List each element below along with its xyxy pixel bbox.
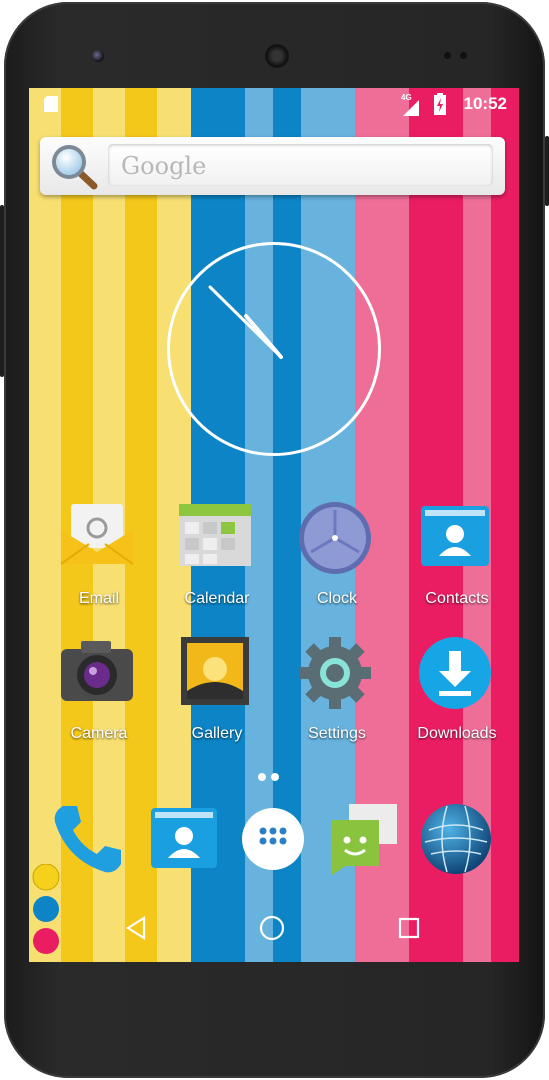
- status-bar: 4G 10:52: [29, 88, 519, 120]
- app-label-gallery: Gallery: [191, 725, 243, 742]
- camera-icon: [61, 641, 133, 701]
- status-time: 10:52: [463, 94, 507, 113]
- app-label-camera: Camera: [70, 725, 128, 742]
- app-label-email: Email: [78, 590, 119, 607]
- settings-icon: [299, 637, 371, 709]
- google-search-widget[interactable]: Google: [40, 137, 505, 195]
- recents-icon[interactable]: [398, 917, 420, 939]
- home-icon[interactable]: [259, 915, 285, 941]
- light-sensor: [460, 52, 467, 59]
- app-downloads[interactable]: Downloads: [393, 635, 503, 765]
- app-calendar[interactable]: Calendar: [153, 500, 263, 630]
- app-settings[interactable]: Settings: [273, 635, 383, 765]
- contacts-icon[interactable]: [145, 800, 223, 878]
- proximity-sensor: [444, 52, 451, 59]
- browser-globe-icon[interactable]: [417, 800, 495, 878]
- search-placeholder: Google: [121, 152, 207, 180]
- home-screen: 4G 10:52 Google Email Calendar Clock Con…: [29, 88, 519, 962]
- contacts-icon: [421, 506, 489, 566]
- app-drawer-icon[interactable]: [234, 800, 312, 878]
- app-label-downloads: Downloads: [417, 725, 497, 742]
- app-camera[interactable]: Camera: [35, 635, 145, 765]
- app-gallery[interactable]: Gallery: [153, 635, 263, 765]
- earpiece-speaker: [265, 44, 289, 68]
- app-contacts[interactable]: Contacts: [393, 500, 503, 630]
- email-icon: [60, 504, 134, 565]
- clock-icon: [299, 502, 371, 574]
- app-label-contacts: Contacts: [425, 590, 489, 607]
- page-indicator: [258, 768, 284, 786]
- signal-icon: [403, 100, 419, 116]
- magnifier-icon: [52, 145, 98, 190]
- downloads-icon: [419, 637, 491, 709]
- page-dot: [271, 773, 279, 781]
- volume-button: [0, 205, 4, 377]
- clock-hands: [208, 285, 283, 359]
- analog-clock-widget[interactable]: [167, 242, 381, 456]
- app-label-clock: Clock: [316, 590, 357, 607]
- sd-card-icon: [44, 96, 58, 112]
- navigation-bar: [29, 890, 519, 962]
- app-clock[interactable]: Clock: [273, 500, 383, 630]
- page-dot: [258, 773, 266, 781]
- app-label-calendar: Calendar: [184, 590, 250, 607]
- power-button: [545, 136, 549, 206]
- battery-icon: [434, 93, 446, 115]
- app-label-settings: Settings: [308, 725, 366, 742]
- search-input[interactable]: Google: [108, 144, 493, 186]
- calendar-icon: [179, 504, 251, 566]
- gallery-icon: [181, 637, 249, 705]
- back-icon[interactable]: [125, 916, 147, 940]
- front-camera: [92, 50, 104, 62]
- app-email[interactable]: Email: [35, 500, 145, 630]
- messaging-icon[interactable]: [327, 800, 405, 878]
